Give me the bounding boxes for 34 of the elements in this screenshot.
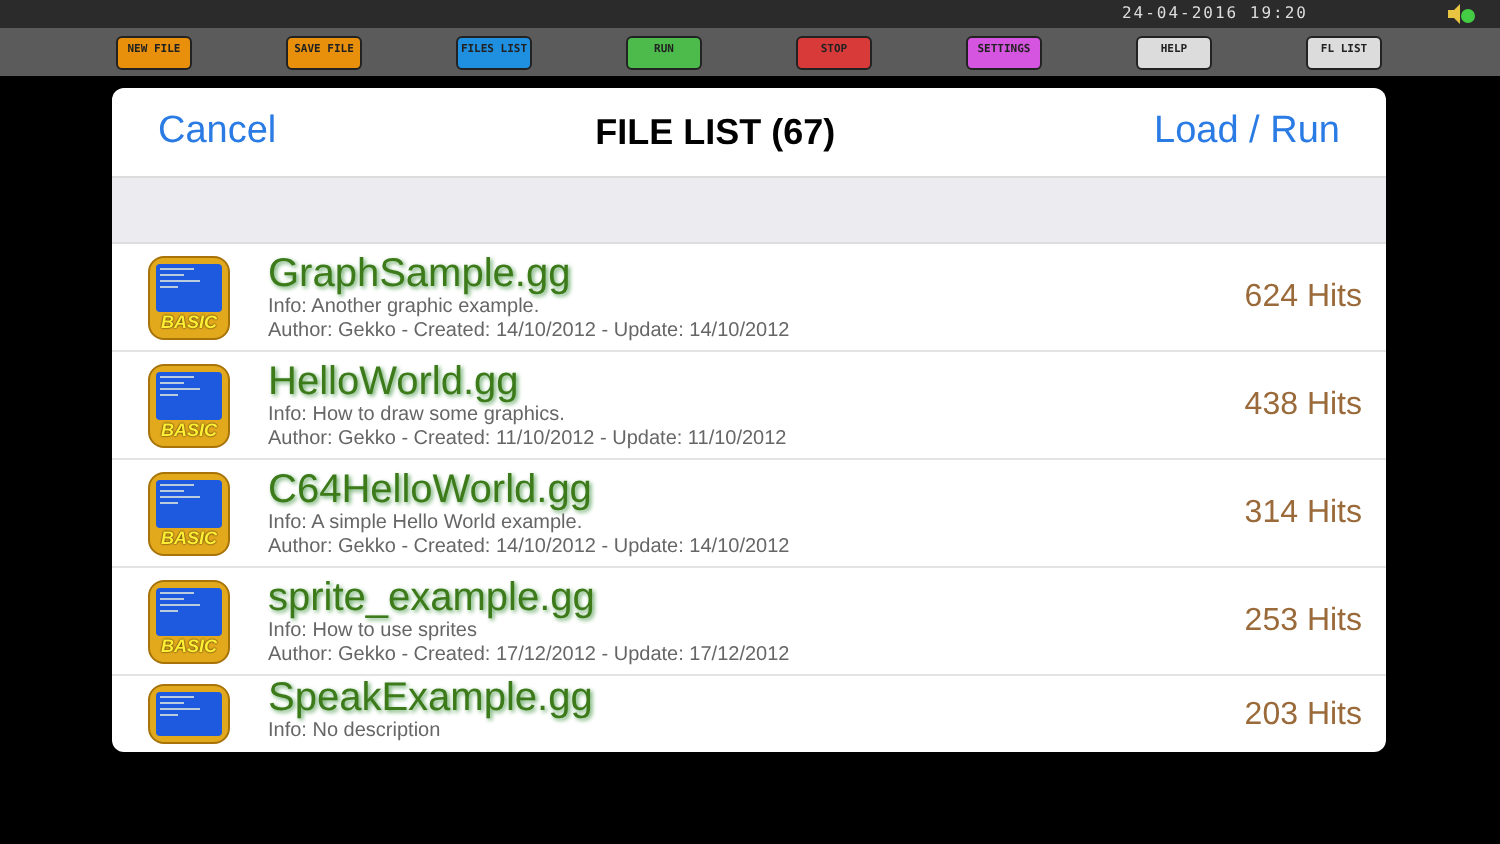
dialog-title: FILE LIST (67) [595, 109, 836, 156]
hit-count: 314 Hits [1244, 493, 1362, 533]
file-info: Info: How to use sprites [268, 619, 477, 643]
load-run-button[interactable]: Load / Run [1154, 103, 1340, 161]
hit-count: 438 Hits [1244, 385, 1362, 425]
file-info: Info: No description [268, 720, 443, 744]
file-row[interactable]: BASIC C64HelloWorld.gg Info: A simple Hello World example. Author: Gekko - Created: 14/10/2012 - Update: 14/10/2012 314 Hits [112, 460, 1386, 568]
file-author: Author: Gekko - Created: 11/10/2012 - Update: 11/10/2012 [268, 427, 789, 451]
file-row[interactable]: BASIC sprite_example.gg Info: How to use sprites Author: Gekko - Created: 17/12/2012 - Update: 17/12/2012 253 Hits [112, 568, 1386, 676]
file-author: Author: Gekko - Created: 14/10/2012 - Update: 14/10/2012 [268, 535, 792, 559]
file-info: Info: A simple Hello World example. [268, 511, 583, 535]
file-name: sprite_example.gg [268, 575, 597, 619]
basic-file-icon: BASIC [148, 471, 230, 555]
speaker-icon [1448, 4, 1476, 24]
file-name: C64HelloWorld.gg [268, 467, 594, 511]
basic-file-icon: BASIC [148, 255, 230, 339]
file-row[interactable]: SpeakExample.gg Info: No description 203 Hits [112, 676, 1386, 752]
file-row[interactable]: BASIC GraphSample.gg Info: Another graphic example. Author: Gekko - Created: 14/10/2012 - Update: 14/10/2012 624 Hits [112, 244, 1386, 352]
date-time: 24-04-2016 19:20 [1121, 2, 1308, 26]
file-info: Info: How to draw some graphics. [268, 403, 567, 427]
file-row[interactable]: BASIC HelloWorld.gg Info: How to draw some graphics. Author: Gekko - Created: 11/10/2012 - Update: 11/10/2012 438 Hits [112, 352, 1386, 460]
file-author: Author: Gekko - Created: 14/10/2012 - Update: 14/10/2012 [268, 319, 792, 343]
basic-file-icon: BASIC [148, 363, 230, 447]
hit-count: 253 Hits [1244, 601, 1362, 641]
hit-count: 203 Hits [1244, 695, 1362, 735]
hit-count: 624 Hits [1244, 277, 1362, 317]
file-name: GraphSample.gg [268, 251, 573, 295]
file-name: SpeakExample.gg [268, 676, 595, 720]
basic-file-icon: BASIC [148, 579, 230, 663]
basic-file-icon [148, 684, 230, 744]
file-info: Info: Another graphic example. [268, 295, 540, 319]
file-name: HelloWorld.gg [268, 359, 519, 403]
cancel-button[interactable]: Cancel [158, 103, 277, 161]
file-author: Author: Gekko - Created: 17/12/2012 - Update: 17/12/2012 [268, 643, 792, 667]
